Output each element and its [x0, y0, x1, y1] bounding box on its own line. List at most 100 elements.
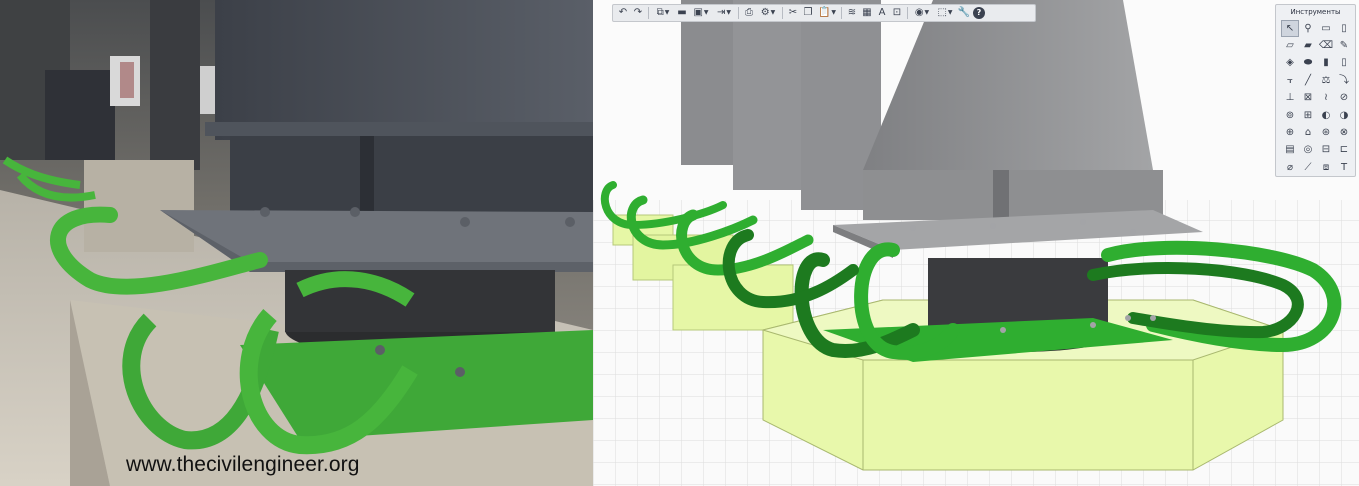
pile-tool-icon: ⊛: [1321, 127, 1331, 139]
pencil-tool-icon: ✎: [1339, 40, 1349, 52]
tool-button[interactable]: ▤: [1281, 142, 1299, 159]
cut-icon: ✂: [788, 7, 798, 18]
thickness-tool-icon: ◑: [1339, 109, 1349, 121]
text-style-icon: A: [878, 7, 886, 18]
tool-button[interactable]: ⊛: [1317, 124, 1335, 141]
tool-button[interactable]: ⌂: [1299, 124, 1317, 141]
help-icon: ?: [973, 7, 985, 19]
tool-button[interactable]: ↖: [1281, 20, 1299, 38]
tool-button[interactable]: ⧈: [1317, 159, 1335, 176]
snap-button[interactable]: ⊡: [890, 6, 904, 21]
settings-button[interactable]: ⚙ ▼: [757, 6, 779, 21]
tool-button[interactable]: ⊗: [1335, 124, 1353, 141]
beam-tool-icon: ▱: [1286, 40, 1294, 52]
house-tool-icon: ⌂: [1304, 127, 1312, 139]
measure-tool-icon: ⊟: [1321, 144, 1331, 156]
model-viewport[interactable]: ↶ ↷ ⧉ ▼ ▬ ▣ ▼ ⇥ ▼ ⎙ ⚙ ▼ ✂ ❐ 📋 ▼ ≋ ▦ A ⊡ ◉ ▼ ⬚ ▼ 🔧? Инструменты ↖…: [593, 0, 1359, 486]
views-button[interactable]: ⬚ ▼: [934, 6, 956, 21]
tool-button[interactable]: ⚖: [1317, 72, 1335, 89]
opening-tool-icon: ▯: [1341, 57, 1347, 69]
tool-button[interactable]: ⊥: [1281, 90, 1299, 107]
isolator-photo: www.thecivilengineer.org: [0, 0, 593, 486]
watermark-text: www.thecivilengineer.org: [126, 453, 360, 476]
tool-button[interactable]: ⌀: [1281, 159, 1299, 176]
copy-button[interactable]: ❐: [801, 6, 815, 21]
tool-button[interactable]: ⟋: [1299, 159, 1317, 176]
rigid-link-icon: ⊘: [1339, 92, 1349, 104]
tool-button[interactable]: T: [1335, 159, 1353, 176]
tool-button[interactable]: ⊟: [1317, 142, 1335, 159]
tool-button[interactable]: ⌫: [1317, 37, 1335, 54]
tools-panel-title: Инструменты: [1290, 8, 1341, 16]
print-button[interactable]: ⎙: [742, 6, 756, 21]
column-tool-icon: ▯: [1341, 22, 1347, 34]
tool-button[interactable]: ⊘: [1335, 90, 1353, 107]
wrench-icon: 🔧: [957, 7, 971, 18]
group-tool-icon: ⊕: [1285, 127, 1295, 139]
undo-icon: ↶: [618, 7, 628, 18]
report-tool-icon: ▤: [1285, 144, 1295, 156]
tool-button[interactable]: ⊏: [1335, 142, 1353, 159]
snap-icon: ⊡: [892, 7, 902, 18]
tool-button[interactable]: ╱: [1299, 72, 1317, 89]
tool-button[interactable]: ⚲: [1299, 20, 1317, 37]
tools-button[interactable]: 🔧: [957, 6, 971, 21]
tool-button[interactable]: ▮: [1317, 55, 1335, 72]
layers-button[interactable]: ≋: [845, 6, 859, 21]
target-tool-icon: ◎: [1303, 144, 1313, 156]
eraser-tool-icon: ⌫: [1318, 40, 1334, 52]
text-tool-icon: T: [1340, 161, 1348, 173]
tool-button[interactable]: ▰: [1299, 37, 1317, 54]
new-button[interactable]: ⧉ ▼: [652, 6, 674, 21]
tool-button[interactable]: ▯: [1335, 55, 1353, 72]
folder-open-icon: ▬: [677, 7, 687, 18]
tool-button[interactable]: ▭: [1317, 20, 1335, 37]
tool-button[interactable]: ≀: [1317, 90, 1335, 107]
tool-button[interactable]: ▱: [1281, 37, 1299, 54]
tool-button[interactable]: ⊚: [1281, 107, 1299, 124]
caret-down-icon: ▼: [924, 9, 930, 16]
visibility-button[interactable]: ◉ ▼: [911, 6, 933, 21]
rectangle-tool-icon: ▭: [1321, 22, 1331, 34]
tool-button[interactable]: ▯: [1335, 20, 1353, 37]
slab-tool-icon: ▰: [1304, 40, 1312, 52]
layers-icon: ≋: [847, 7, 857, 18]
help-button[interactable]: ?: [972, 6, 986, 21]
new-model-icon: ⧉: [656, 7, 664, 18]
tool-button[interactable]: ⊕: [1281, 124, 1299, 141]
text-style-button[interactable]: A: [875, 6, 889, 21]
redo-button[interactable]: ↷: [631, 6, 645, 21]
caret-down-icon: ▼: [703, 9, 709, 16]
open-button[interactable]: ▬: [675, 6, 689, 21]
export-button[interactable]: ⇥ ▼: [713, 6, 735, 21]
tool-button[interactable]: ⊞: [1299, 107, 1317, 124]
annotation-tool-icon: ⧈: [1322, 161, 1330, 173]
paste-button[interactable]: 📋 ▼: [816, 6, 838, 21]
frame-tool-icon: ⫟: [1286, 74, 1294, 86]
caret-down-icon: ▼: [726, 9, 731, 16]
model-3d-scene[interactable]: [593, 0, 1359, 486]
mesh-tool-icon: ⊞: [1303, 109, 1313, 121]
tool-button[interactable]: ⫟: [1281, 72, 1299, 89]
toolbar-separator: [841, 7, 842, 19]
tools-panel: Инструменты ↖ ⚲ ▭ ▯ ▱ ▰ ⌫ ✎ ◈ ⬬ ▮ ▯ ⫟ ╱ ⚖ ⤵ ⊥ ⊠ ≀ ⊘ ⊚ ⊞ ◐ ◑ ⊕ ⌂ ⊛ ⊗…: [1275, 4, 1356, 177]
redo-icon: ↷: [633, 7, 643, 18]
cut-button[interactable]: ✂: [786, 6, 800, 21]
tool-button[interactable]: ◑: [1335, 107, 1353, 124]
section-tool-icon: ⊚: [1285, 109, 1295, 121]
tool-button[interactable]: ⊠: [1299, 90, 1317, 107]
undo-button[interactable]: ↶: [616, 6, 630, 21]
calc-button[interactable]: ▦: [860, 6, 874, 21]
tool-button[interactable]: ◎: [1299, 142, 1317, 159]
wall-tool-icon: ▮: [1323, 57, 1329, 69]
gear-icon: ⚙: [760, 7, 770, 18]
paste-icon: 📋: [817, 7, 831, 18]
tool-button[interactable]: ⤵: [1335, 72, 1353, 89]
tool-button[interactable]: ◐: [1317, 107, 1335, 124]
tool-button[interactable]: ✎: [1335, 37, 1353, 54]
save-button[interactable]: ▣ ▼: [690, 6, 712, 21]
soil-tool-icon: ⊗: [1339, 127, 1349, 139]
node-tool-icon: ⚲: [1304, 22, 1312, 34]
tool-button[interactable]: ◈: [1281, 55, 1299, 72]
tool-button[interactable]: ⬬: [1299, 55, 1317, 72]
